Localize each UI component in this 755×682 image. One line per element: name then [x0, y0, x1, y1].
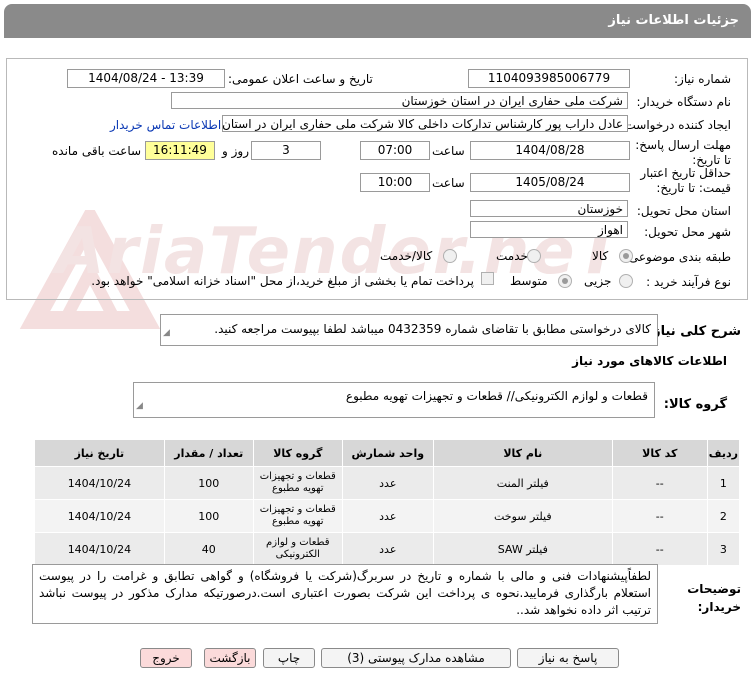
process-radio-minor[interactable]	[619, 274, 633, 288]
goods-info-title: اطلاعات کالاهای مورد نیاز	[572, 354, 727, 368]
col-header-code: کد کالا	[611, 439, 708, 467]
goods-table: ردیف کد کالا نام کالا واحد شمارش گروه کا…	[34, 439, 741, 566]
category-option-goods-service: کالا/خدمت	[380, 249, 433, 263]
need-number-label: شماره نیاز:	[674, 72, 731, 86]
deadline-time-field: 07:00	[360, 141, 430, 160]
page-title: جزئیات اطلاعات نیاز	[608, 13, 739, 28]
buyer-notes-field: لطفاًپیشنهادات فنی و مالی با شماره و تار…	[32, 564, 658, 624]
reply-button[interactable]: پاسخ به نیاز	[517, 648, 619, 668]
need-number-field: 1104093985006779	[468, 69, 630, 88]
process-option-minor: جزیی	[584, 274, 612, 288]
city-field: اهواز	[470, 221, 628, 238]
item-date: 1404/10/24	[34, 532, 165, 566]
print-button[interactable]: چاپ	[263, 648, 315, 668]
exit-button[interactable]: خروج	[140, 648, 192, 668]
item-unit: عدد	[341, 466, 434, 500]
item-date: 1404/10/24	[34, 466, 165, 500]
col-header-group: گروه کالا	[252, 439, 343, 467]
payment-note: پرداخت تمام یا بخشی از مبلغ خرید،از محل …	[91, 274, 474, 288]
creator-label: ایجاد کننده درخواست:	[620, 118, 731, 132]
buyer-label: نام دستگاه خریدار:	[636, 95, 732, 109]
validity-label: حداقل تاریخ اعتبار قیمت: تا تاریخ:	[640, 166, 731, 195]
process-radio-medium[interactable]	[558, 274, 572, 288]
city-label: شهر محل تحویل:	[644, 225, 731, 239]
treasury-checkbox[interactable]	[481, 272, 494, 285]
category-radio-service[interactable]	[527, 249, 541, 263]
goods-group-label: گروه کالا:	[663, 397, 727, 412]
item-date: 1404/10/24	[34, 499, 165, 533]
col-header-date: تاریخ نیاز	[34, 439, 165, 467]
days-label: روز و	[222, 144, 249, 158]
process-option-medium: متوسط	[510, 274, 548, 288]
process-label: نوع فرآیند خرید :	[646, 275, 731, 289]
col-header-unit: واحد شمارش	[341, 439, 434, 467]
summary-label: شرح کلی نیاز:	[647, 324, 741, 339]
deadline-date-field: 1404/08/28	[470, 141, 630, 160]
row-number: 3	[706, 532, 741, 566]
row-number: 2	[706, 499, 741, 533]
item-group: قطعات و تجهیزات تهویه مطبوع	[252, 466, 343, 500]
item-quantity: 100	[163, 466, 254, 500]
province-field: خوزستان	[470, 200, 628, 217]
goods-group-value: قطعات و لوازم الکترونیکی// قطعات و تجهیز…	[345, 389, 648, 403]
col-header-row-number: ردیف	[706, 439, 741, 467]
category-label: طبقه بندی موضوعی:	[624, 250, 731, 264]
deadline-time-label: ساعت	[432, 144, 465, 158]
item-quantity: 100	[163, 499, 254, 533]
buyer-notes-text: لطفاًپیشنهادات فنی و مالی با شماره و تار…	[39, 569, 651, 617]
announce-field: 1404/08/24 - 13:39	[67, 69, 225, 88]
announce-label: تاریخ و ساعت اعلان عمومی:	[228, 72, 373, 86]
col-header-quantity: تعداد / مقدار	[163, 439, 254, 467]
goods-group-field: قطعات و لوازم الکترونیکی// قطعات و تجهیز…	[133, 382, 655, 418]
table-header-row: ردیف کد کالا نام کالا واحد شمارش گروه کا…	[34, 439, 741, 467]
category-option-goods: کالا	[592, 249, 609, 263]
item-code: --	[611, 466, 708, 500]
creator-field: عادل داراب پور کارشناس تدارکات داخلی کال…	[222, 115, 628, 132]
table-row[interactable]: 1 -- فیلتر المنت عدد قطعات و تجهیزات تهو…	[34, 466, 741, 500]
item-name: فیلتر SAW	[432, 532, 613, 566]
row-number: 1	[706, 466, 741, 500]
contact-buyer-link[interactable]: اطلاعات تماس خریدار	[110, 118, 221, 132]
validity-date-field: 1405/08/24	[470, 173, 630, 192]
buyer-notes-label: توضیحات خریدار:	[687, 582, 741, 614]
summary-text: کالای درخواستی مطابق با تقاضای شماره 043…	[214, 322, 651, 336]
deadline-label: مهلت ارسال پاسخ: تا تاریخ:	[635, 138, 731, 167]
item-name: فیلتر سوخت	[432, 499, 613, 533]
item-unit: عدد	[341, 532, 434, 566]
window-titlebar: جزئیات اطلاعات نیاز	[4, 4, 751, 38]
resize-grip-icon[interactable]: ◢	[136, 396, 143, 416]
item-name: فیلتر المنت	[432, 466, 613, 500]
item-unit: عدد	[341, 499, 434, 533]
col-header-name: نام کالا	[432, 439, 613, 467]
province-label: استان محل تحویل:	[636, 204, 731, 218]
days-field: 3	[251, 141, 321, 160]
remaining-time-field: 16:11:49	[145, 141, 215, 160]
resize-grip-icon[interactable]: ◢	[163, 322, 170, 344]
item-code: --	[611, 499, 708, 533]
category-option-service: خدمت	[496, 249, 528, 263]
item-quantity: 40	[163, 532, 254, 566]
category-radio-goods-service[interactable]	[443, 249, 457, 263]
item-group: قطعات و لوازم الکترونیکی	[252, 532, 343, 566]
view-attachments-button[interactable]: مشاهده مدارک پیوستی (3)	[321, 648, 511, 668]
validity-time-field: 10:00	[360, 173, 430, 192]
remaining-label: ساعت باقی مانده	[52, 144, 142, 158]
category-radio-goods[interactable]	[619, 249, 633, 263]
summary-field: کالای درخواستی مطابق با تقاضای شماره 043…	[160, 314, 658, 346]
table-row[interactable]: 2 -- فیلتر سوخت عدد قطعات و تجهیزات تهوی…	[34, 499, 741, 533]
validity-time-label: ساعت	[432, 176, 465, 190]
buyer-field: شرکت ملی حفاری ایران در استان خوزستان	[171, 92, 628, 109]
item-code: --	[611, 532, 708, 566]
back-button[interactable]: بازگشت	[204, 648, 256, 668]
table-row[interactable]: 3 -- فیلتر SAW عدد قطعات و لوازم الکترون…	[34, 532, 741, 566]
item-group: قطعات و تجهیزات تهویه مطبوع	[252, 499, 343, 533]
